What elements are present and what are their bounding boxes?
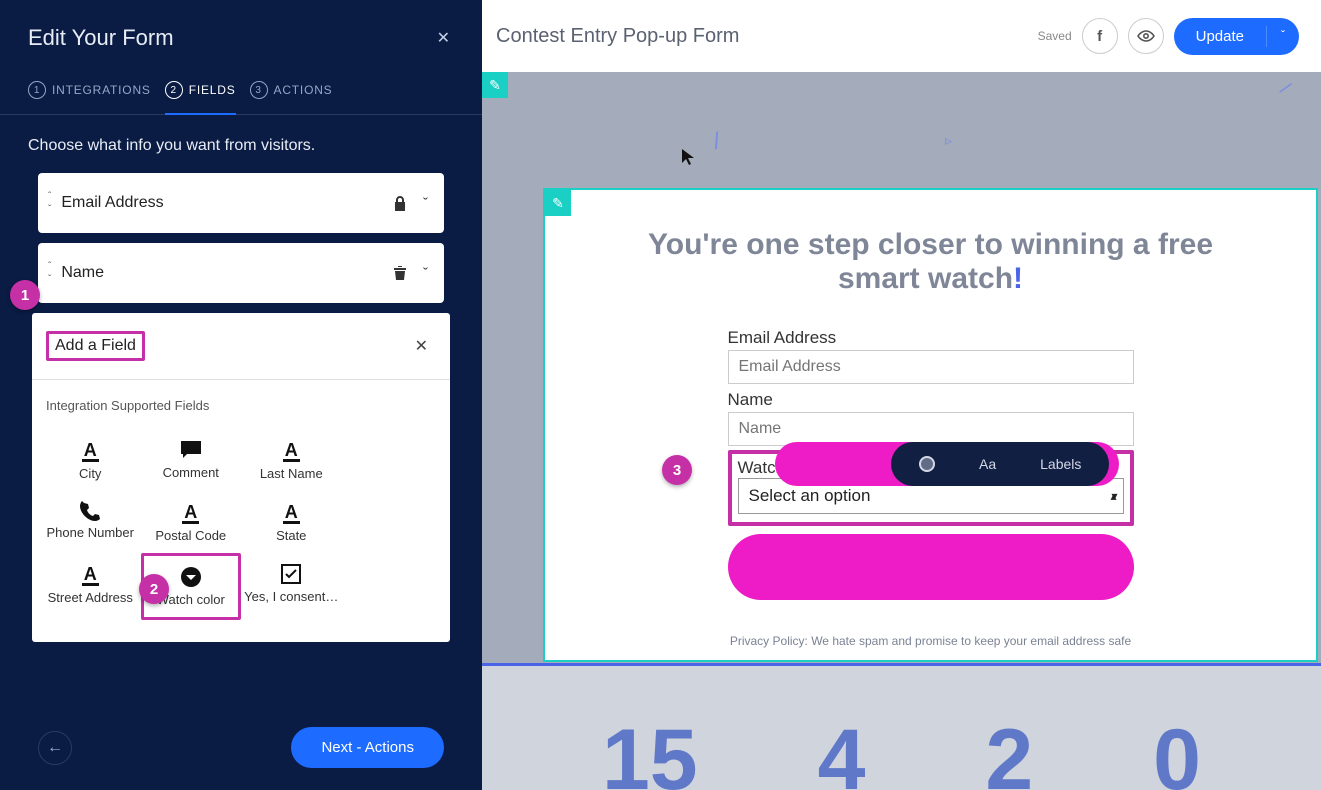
add-field-header: Add a Field ✕: [32, 313, 450, 380]
decorative-shape: ⁄: [709, 129, 724, 154]
step-label: ACTIONS: [274, 83, 333, 97]
field-row-email[interactable]: ˆˇ Email Address ˇ: [38, 173, 444, 233]
style-labels[interactable]: Labels: [1040, 456, 1081, 472]
step-number: 3: [250, 81, 268, 99]
cursor-pointer-icon: [681, 148, 695, 166]
step-label: FIELDS: [189, 83, 236, 97]
field-option-postal-code[interactable]: A Postal Code: [141, 491, 242, 553]
form-title: Contest Entry Pop-up Form: [496, 25, 739, 48]
checkbox-icon: [280, 563, 302, 585]
close-icon[interactable]: ✕: [437, 28, 450, 48]
preview-eye-icon[interactable]: [1128, 18, 1164, 54]
tab-fields[interactable]: 2 FIELDS: [165, 69, 236, 115]
field-label: Name: [61, 264, 393, 282]
privacy-text: Privacy Policy: We hate spam and promise…: [545, 634, 1316, 648]
step-tabs: 1 INTEGRATIONS 2 FIELDS 3 ACTIONS: [0, 69, 482, 115]
field-list: ˆˇ Email Address ˇ ˆˇ Name ˇ: [0, 161, 482, 313]
integration-section-label: Integration Supported Fields: [32, 380, 450, 423]
topbar: Contest Entry Pop-up Form Saved f Update…: [482, 0, 1321, 72]
text-field-icon: A: [283, 501, 300, 524]
facebook-icon[interactable]: f: [1082, 18, 1118, 54]
close-icon[interactable]: ✕: [415, 336, 428, 356]
add-field-title[interactable]: Add a Field: [46, 331, 145, 361]
sidebar-footer: ← Next - Actions: [0, 727, 482, 768]
sidebar-title: Edit Your Form: [28, 25, 174, 51]
countdown-digit: 4: [818, 730, 866, 790]
drag-handle-icon[interactable]: ˆˇ: [48, 191, 51, 215]
annotation-badge-2: 2: [139, 574, 169, 604]
style-color-dot[interactable]: [919, 456, 935, 472]
edit-section-icon[interactable]: ✎: [545, 190, 571, 216]
email-input[interactable]: [728, 350, 1134, 384]
text-field-icon: A: [82, 563, 99, 586]
drag-handle-icon[interactable]: ˆˇ: [48, 261, 51, 285]
add-field-panel: Add a Field ✕ Integration Supported Fiel…: [32, 313, 450, 642]
countdown-digit: 15: [602, 730, 698, 790]
field-option-last-name[interactable]: A Last Name: [241, 429, 342, 491]
main-area: Contest Entry Pop-up Form Saved f Update…: [482, 0, 1321, 790]
sidebar-subtitle: Choose what info you want from visitors.: [0, 115, 482, 161]
design-canvas[interactable]: ✎ ⁄ ▹ ⁄ ⁄ ✎ You're one step closer to wi…: [482, 72, 1321, 790]
text-field-icon: A: [182, 501, 199, 524]
submit-pill-row: [728, 534, 1134, 600]
field-option-city[interactable]: A City: [40, 429, 141, 491]
popup-headline: You're one step closer to winning a free…: [545, 190, 1316, 310]
field-option-street-address[interactable]: A Street Address: [40, 553, 141, 620]
select-caret-icon: ▴▾: [1110, 489, 1112, 503]
chevron-down-icon[interactable]: ˇ: [423, 265, 428, 282]
decorative-shape: ▹: [945, 132, 952, 149]
email-label: Email Address: [728, 328, 1134, 348]
step-number: 1: [28, 81, 46, 99]
name-label: Name: [728, 390, 1134, 410]
chevron-down-icon[interactable]: ˇ: [423, 195, 428, 212]
tab-actions[interactable]: 3 ACTIONS: [250, 69, 333, 115]
comment-icon: [179, 439, 203, 461]
sidebar-header: Edit Your Form ✕: [0, 0, 482, 69]
delete-icon[interactable]: [393, 265, 407, 282]
back-button[interactable]: ←: [38, 731, 72, 765]
decorative-shape: ⁄: [1280, 78, 1291, 99]
tab-integrations[interactable]: 1 INTEGRATIONS: [28, 69, 151, 115]
update-label: Update: [1174, 18, 1266, 55]
countdown-digit: 0: [1153, 730, 1201, 790]
style-aa[interactable]: Aa: [979, 456, 996, 472]
next-actions-button[interactable]: Next - Actions: [291, 727, 444, 768]
field-option-state[interactable]: A State: [241, 491, 342, 553]
topbar-right: Saved f Update ˇ: [1038, 18, 1299, 55]
edit-section-icon[interactable]: ✎: [482, 72, 508, 98]
phone-icon: [80, 501, 100, 521]
submit-pill[interactable]: [728, 534, 1134, 600]
step-label: INTEGRATIONS: [52, 83, 151, 97]
dropdown-icon: [180, 566, 202, 588]
edit-form-sidebar: Edit Your Form ✕ 1 INTEGRATIONS 2 FIELDS…: [0, 0, 482, 790]
update-button[interactable]: Update ˇ: [1174, 18, 1299, 55]
annotation-badge-1: 1: [10, 280, 40, 310]
step-number: 2: [165, 81, 183, 99]
field-option-consent[interactable]: Yes, I consent…: [241, 553, 342, 620]
field-option-comment[interactable]: Comment: [141, 429, 242, 491]
annotation-badge-3: 3: [662, 455, 692, 485]
style-pill[interactable]: Aa Labels: [775, 442, 1119, 486]
chevron-down-icon[interactable]: ˇ: [1267, 18, 1299, 55]
field-row-name[interactable]: ˆˇ Name ˇ: [38, 243, 444, 303]
countdown-digit: 2: [985, 730, 1033, 790]
text-field-icon: A: [283, 439, 300, 462]
lock-icon: [393, 195, 407, 212]
popup-preview-card[interactable]: ✎ You're one step closer to winning a fr…: [543, 188, 1318, 662]
field-option-phone[interactable]: Phone Number: [40, 491, 141, 553]
name-input[interactable]: [728, 412, 1134, 446]
countdown-section: 15 4 2 0: [482, 663, 1321, 790]
field-label: Email Address: [61, 194, 393, 212]
field-options-grid: A City Comment A Last Name Phone Number: [32, 423, 450, 642]
saved-status: Saved: [1038, 29, 1072, 43]
text-field-icon: A: [82, 439, 99, 462]
